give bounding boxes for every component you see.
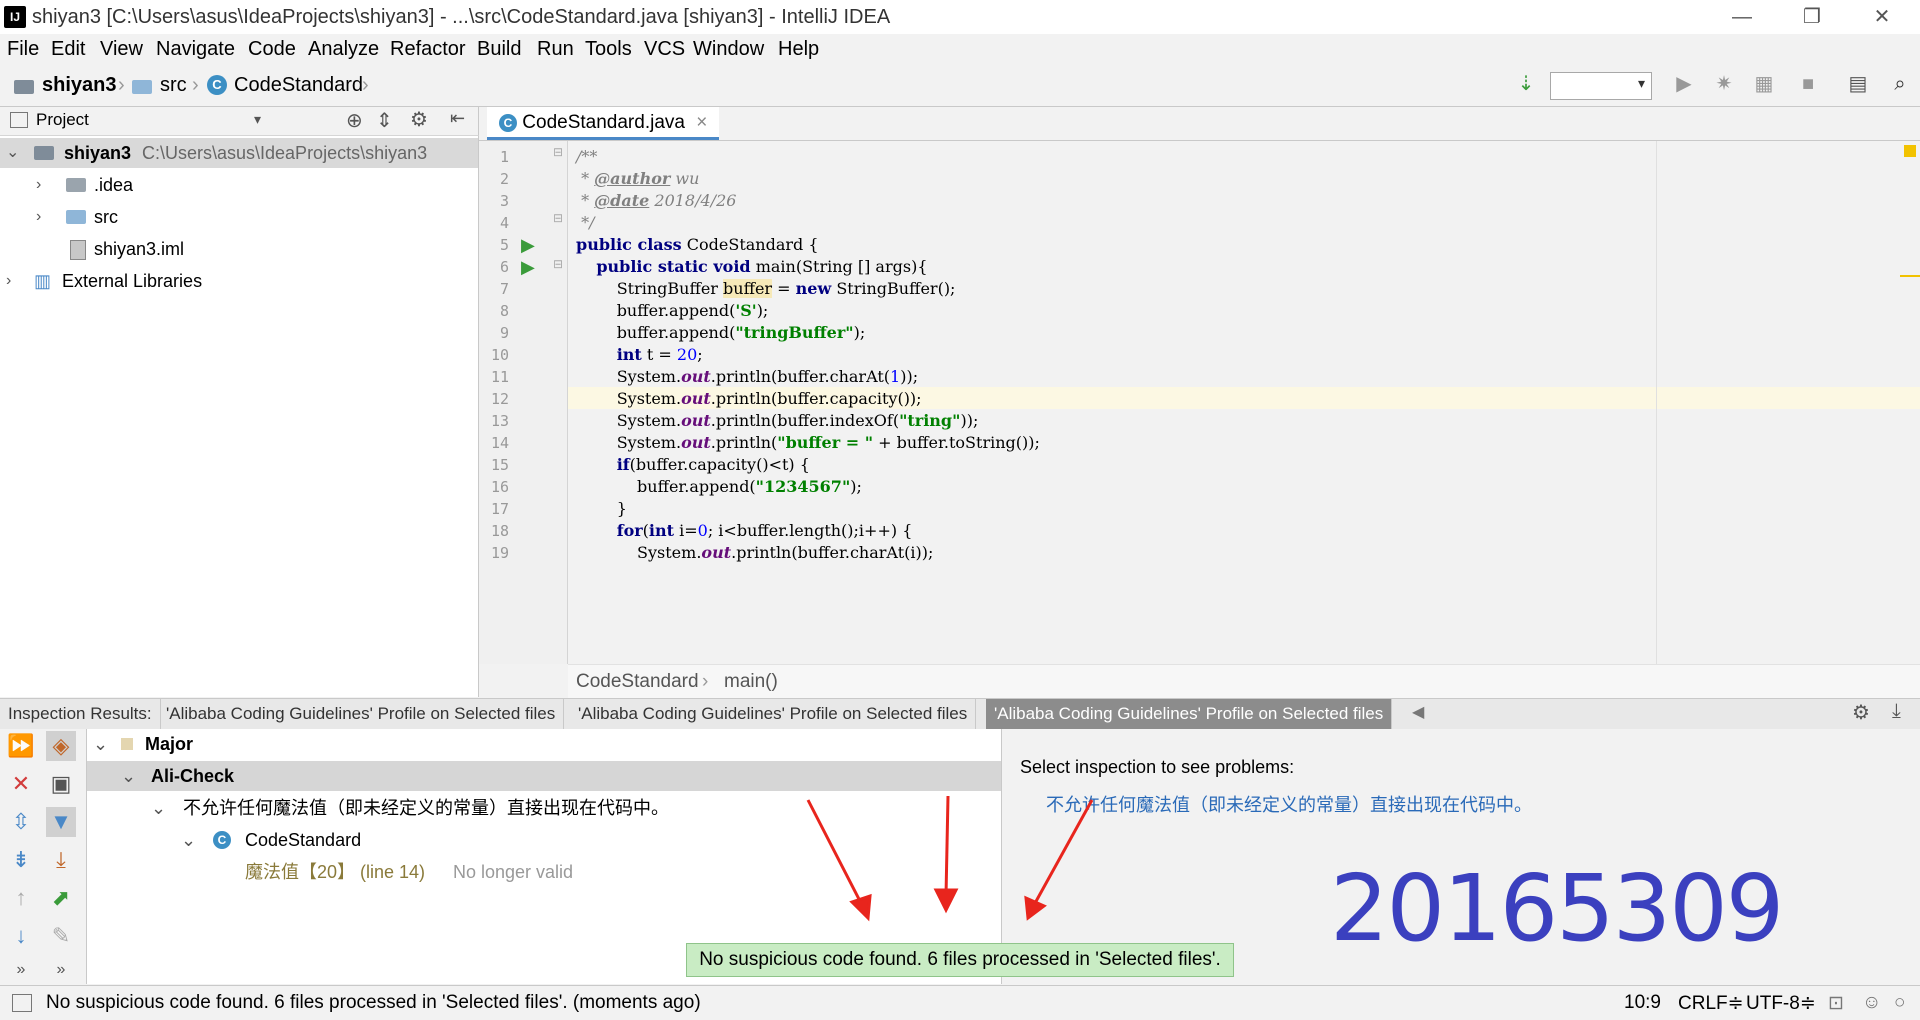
inspector-icon[interactable]: ☺ xyxy=(1862,992,1881,1014)
lock-icon[interactable]: ⊡ xyxy=(1828,992,1844,1015)
annotation-arrowhead xyxy=(933,888,959,914)
annotation-arrowhead xyxy=(1024,895,1047,921)
status-bar: No suspicious code found. 6 files proces… xyxy=(0,985,1920,1020)
annotation-arrowhead xyxy=(849,893,872,922)
cursor-position[interactable]: 10:9 xyxy=(1624,992,1661,1014)
annotation-arrow xyxy=(944,795,950,897)
result-tooltip: No suspicious code found. 6 files proces… xyxy=(686,943,1234,977)
line-separator[interactable]: CRLF≑ xyxy=(1678,992,1744,1015)
handwritten-number: 20165309 xyxy=(1330,855,1784,962)
status-message: No suspicious code found. 6 files proces… xyxy=(46,992,701,1013)
file-encoding[interactable]: UTF-8≑ xyxy=(1746,992,1816,1015)
panel-toggle-icon[interactable] xyxy=(12,994,32,1012)
annotation-arrow xyxy=(806,799,864,906)
event-log-icon[interactable]: ○ xyxy=(1894,992,1905,1014)
annotation-arrow xyxy=(1032,799,1094,906)
